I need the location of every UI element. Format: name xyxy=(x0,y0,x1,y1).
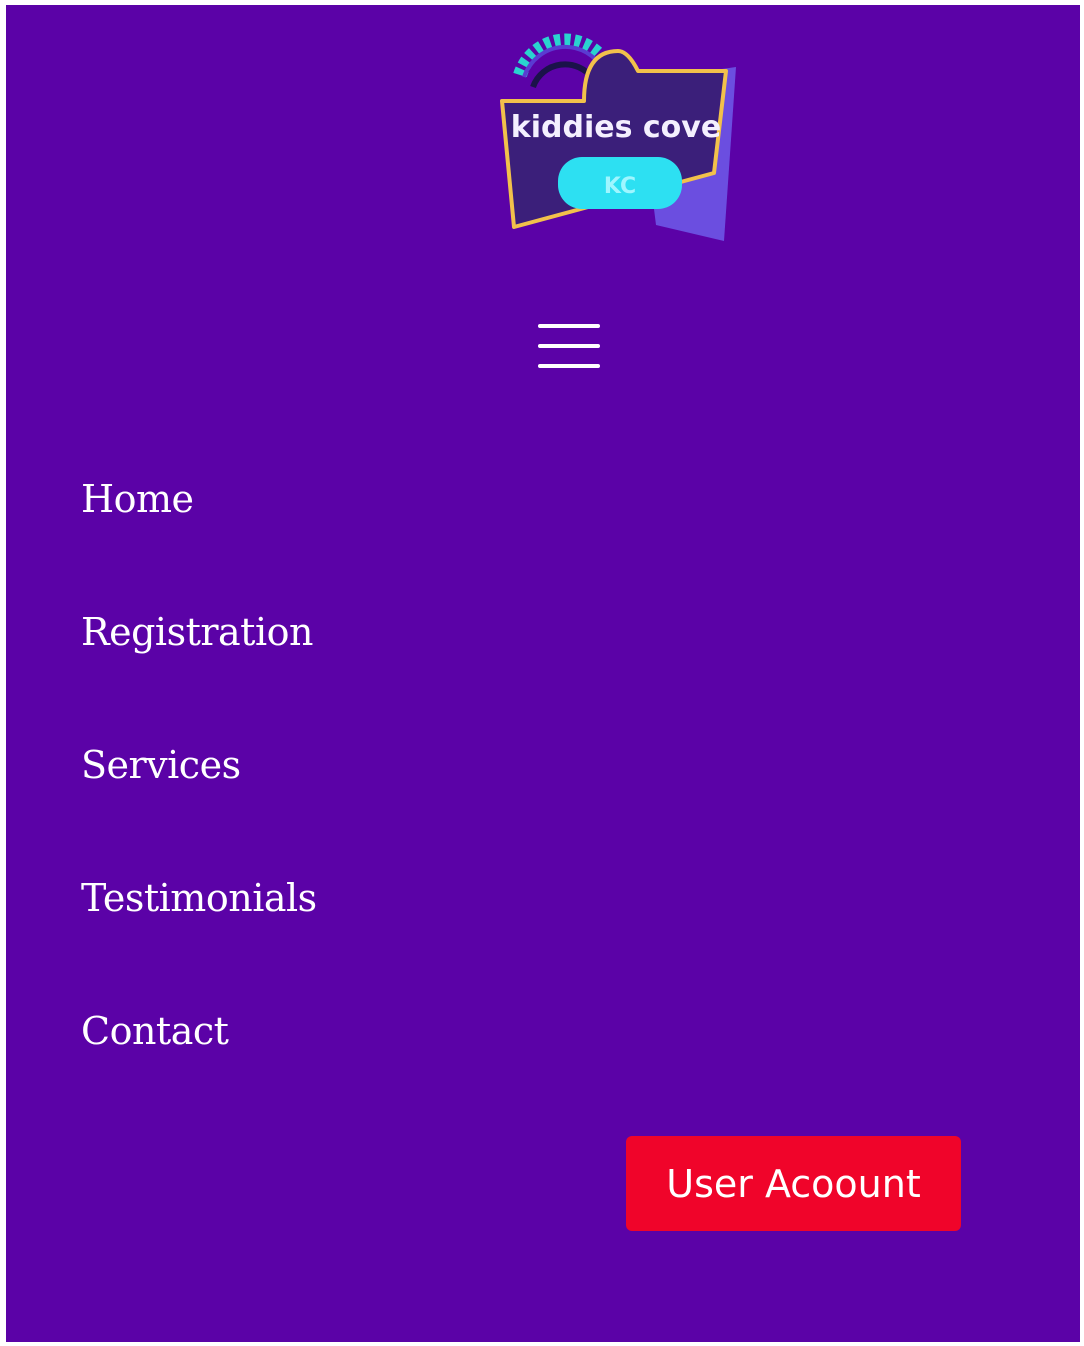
logo-badge: KC xyxy=(604,174,636,199)
nav-link-services[interactable]: Services xyxy=(81,739,241,791)
hamburger-bar xyxy=(538,364,600,368)
nav-link-contact[interactable]: Contact xyxy=(81,1005,229,1057)
nav-item-services: Services xyxy=(81,739,317,872)
nav-item-contact: Contact xyxy=(81,1005,317,1138)
nav-menu: Home Registration Services Testimonials … xyxy=(81,473,317,1138)
nav-link-home[interactable]: Home xyxy=(81,473,194,525)
nav-item-home: Home xyxy=(81,473,317,606)
hamburger-bar xyxy=(538,324,600,328)
user-account-button[interactable]: User Acoount xyxy=(626,1136,961,1231)
site-logo[interactable]: kiddies cove KC xyxy=(488,5,746,251)
hamburger-icon[interactable] xyxy=(534,320,604,372)
nav-item-registration: Registration xyxy=(81,606,317,739)
logo-graphic: kiddies cove KC xyxy=(500,33,736,241)
nav-link-registration[interactable]: Registration xyxy=(81,606,313,658)
logo-name: kiddies cove xyxy=(511,110,721,145)
nav-item-testimonials: Testimonials xyxy=(81,872,317,1005)
nav-link-testimonials[interactable]: Testimonials xyxy=(81,872,317,924)
hamburger-bar xyxy=(538,344,600,348)
mobile-nav-panel: kiddies cove KC Home Registration Servic… xyxy=(6,5,1080,1342)
